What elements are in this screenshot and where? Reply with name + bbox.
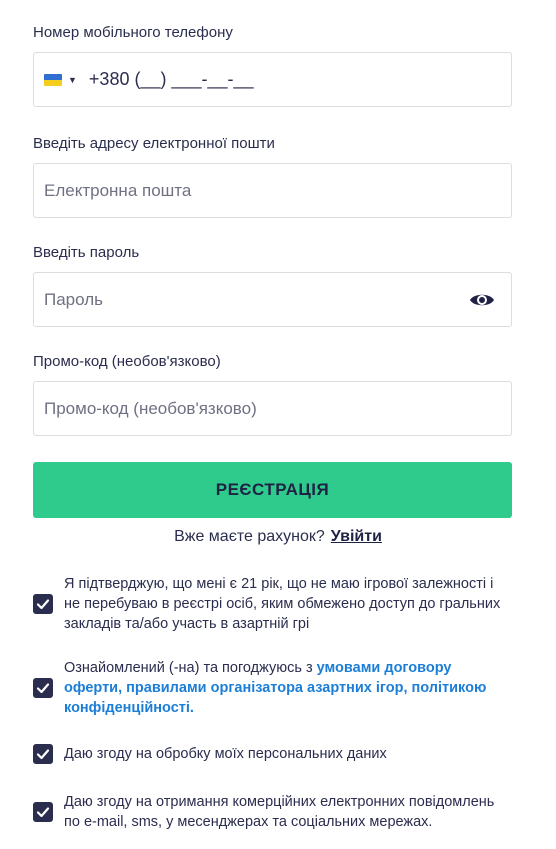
terms-sep1: , (118, 680, 127, 696)
register-button[interactable]: РЕЄСТРАЦІЯ (33, 462, 512, 518)
checkmark-icon (36, 683, 50, 694)
checkmark-icon (36, 599, 50, 610)
age-consent-row: Я підтверджую, що мені є 21 рік, що не м… (33, 574, 513, 634)
login-link[interactable]: Увійти (331, 528, 382, 545)
email-field[interactable] (33, 163, 512, 218)
terms-sep2: , (403, 680, 412, 696)
checkmark-icon (36, 749, 50, 760)
terms-consent-row: Ознайомлений (-на) та погоджуюсь з умова… (33, 658, 513, 718)
ukraine-flag-icon (44, 73, 62, 86)
phone-field[interactable]: ▼ +380 (__) ___-__-__ (33, 52, 512, 107)
password-input[interactable] (44, 273, 511, 326)
password-label: Введіть пароль (33, 244, 140, 261)
marketing-consent-row: Даю згоду на отримання комерційних елект… (33, 792, 513, 832)
login-row: Вже маєте рахунок? Увійти (0, 528, 556, 546)
terms-consent-text: Ознайомлений (-на) та погоджуюсь з умова… (64, 658, 513, 718)
checkmark-icon (36, 807, 50, 818)
personal-data-consent-row: Даю згоду на обробку моїх персональних д… (33, 744, 513, 764)
country-code-select[interactable]: ▼ (44, 73, 77, 86)
terms-consent-checkbox[interactable] (33, 678, 53, 698)
promo-label: Промо-код (необов'язково) (33, 353, 221, 370)
age-consent-text: Я підтверджую, що мені є 21 рік, що не м… (64, 576, 501, 632)
terms-suffix: . (189, 700, 194, 716)
chevron-down-icon: ▼ (68, 74, 77, 85)
eye-icon[interactable] (469, 291, 495, 309)
phone-input[interactable]: +380 (__) ___-__-__ (89, 69, 254, 90)
personal-data-consent-text: Даю згоду на обробку моїх персональних д… (64, 746, 387, 762)
gambling-rules-link[interactable]: правилами організатора азартних ігор (126, 680, 403, 696)
terms-prefix: Ознайомлений (-на) та погоджуюсь з (64, 660, 317, 676)
login-question: Вже маєте рахунок? (174, 528, 325, 545)
personal-data-consent-checkbox[interactable] (33, 744, 53, 764)
marketing-consent-checkbox[interactable] (33, 802, 53, 822)
email-label: Введіть адресу електронної пошти (33, 135, 275, 152)
phone-label: Номер мобільного телефону (33, 24, 233, 41)
promo-field[interactable] (33, 381, 512, 436)
marketing-consent-text: Даю згоду на отримання комерційних елект… (64, 794, 495, 830)
email-input[interactable] (44, 164, 511, 217)
age-consent-checkbox[interactable] (33, 594, 53, 614)
password-field[interactable] (33, 272, 512, 327)
promo-input[interactable] (44, 382, 511, 435)
